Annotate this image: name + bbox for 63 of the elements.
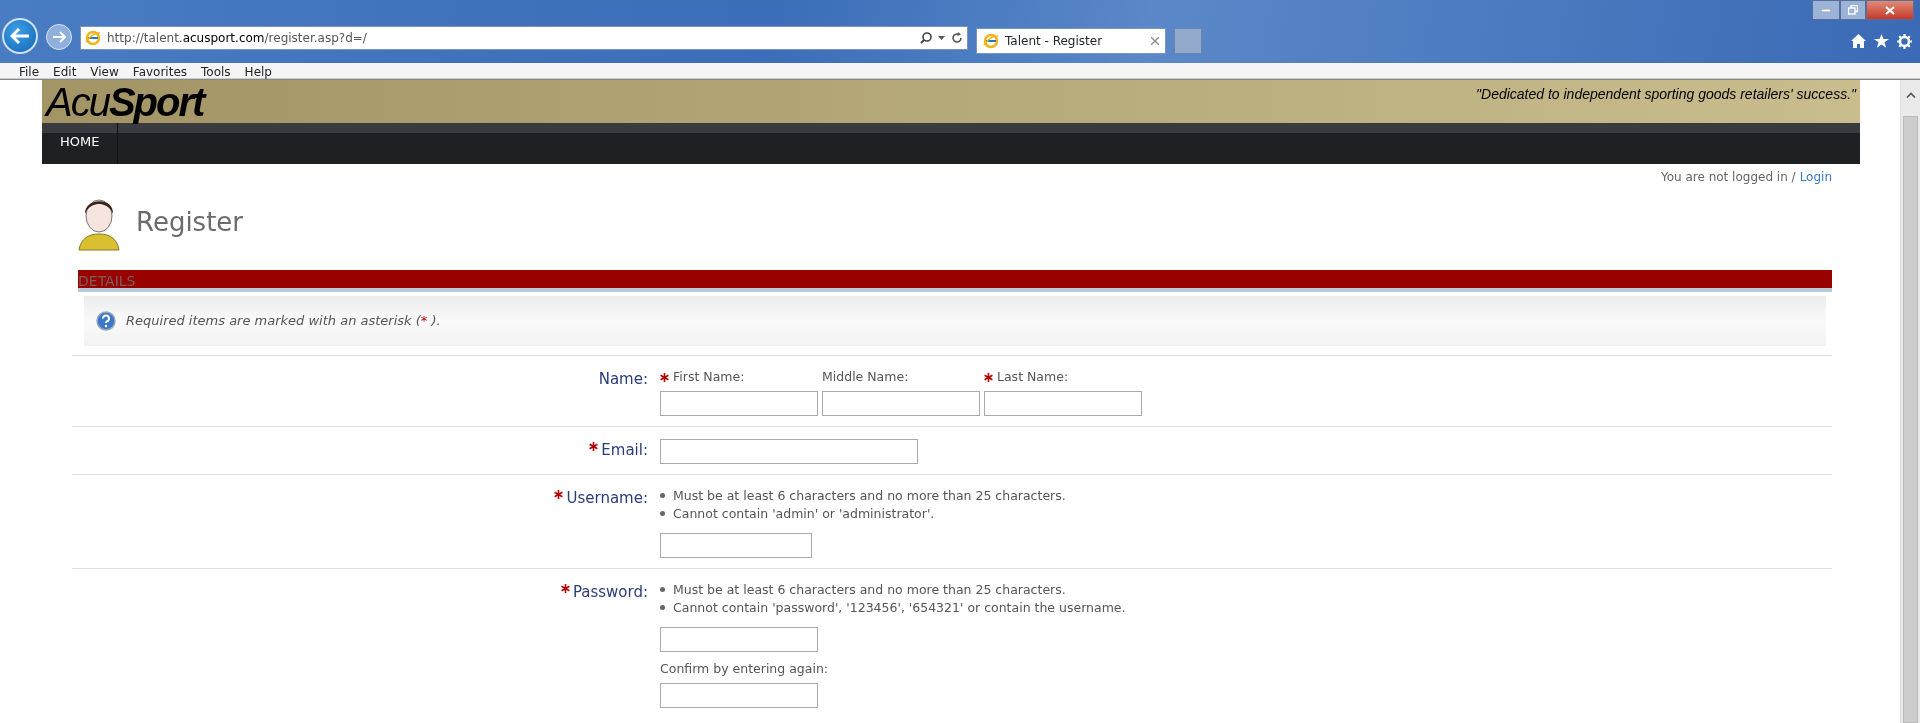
bullet-icon (660, 511, 665, 517)
info-text: Required items are marked with an asterisk (* ). (126, 312, 441, 331)
minimize-button[interactable] (1812, 0, 1840, 20)
back-button[interactable] (2, 18, 38, 54)
restore-button[interactable] (1840, 0, 1866, 20)
field-label: Username: (566, 487, 648, 509)
back-arrow-icon (10, 28, 30, 44)
bullet-icon (660, 587, 665, 593)
input-field[interactable] (660, 682, 818, 708)
tab-title: Talent - Register (1005, 33, 1104, 50)
rule-text: Must be at least 6 characters and no more than 25 characters. (673, 580, 1066, 599)
rule-text: Cannot contain 'password', '123456', '654321' or contain the username. (673, 598, 1126, 617)
close-icon[interactable] (1151, 37, 1159, 45)
star-icon[interactable] (1874, 34, 1889, 48)
input-field[interactable] (660, 390, 818, 416)
field-label: First Name: (673, 368, 745, 386)
address-bar[interactable]: http://talent.acusport.com/register.asp?d=/ (80, 26, 968, 50)
nav-link[interactable]: HOME (42, 123, 118, 164)
login-link[interactable]: Login (1799, 168, 1832, 186)
field-label: Last Name: (997, 368, 1069, 386)
settings-icon[interactable] (1897, 34, 1912, 49)
caret-icon[interactable] (938, 36, 945, 40)
field-label: Confirm by entering again: (660, 659, 830, 678)
browser-logo-icon (85, 30, 101, 46)
input-field[interactable] (660, 532, 812, 558)
help-icon (96, 311, 116, 331)
minimize-icon (1821, 8, 1831, 12)
section-header: DETAILS (78, 270, 1832, 292)
browser-tab[interactable]: Talent - Register (976, 28, 1166, 54)
logo: AcuSport (46, 81, 204, 122)
tagline: "Dedicated to independent sporting goods retailers' success." (1476, 85, 1856, 104)
rule-text: Cannot contain 'admin' or 'administrator'. (673, 504, 935, 523)
input-field[interactable] (660, 626, 818, 652)
menu-item[interactable]: File (12, 63, 47, 78)
forward-button[interactable] (46, 24, 72, 50)
browser-logo-icon (983, 33, 999, 49)
forward-arrow-icon (52, 31, 66, 43)
restore-icon (1848, 5, 1858, 15)
rule-text: Must be at least 6 characters and no more than 25 characters. (673, 486, 1066, 505)
url-text: http://talent.acusport.com/register.asp?d=/ (107, 30, 368, 47)
home-icon[interactable] (1851, 34, 1866, 48)
menu-item[interactable]: Help (237, 63, 279, 78)
menu-item[interactable]: Tools (194, 63, 238, 78)
close-icon (1885, 5, 1895, 15)
scrollbar[interactable] (1900, 80, 1920, 723)
field-label: Middle Name: (822, 368, 909, 386)
menu-item[interactable]: Edit (46, 63, 84, 78)
refresh-icon[interactable] (951, 32, 963, 44)
login-status: You are not logged in / (1660, 169, 1796, 186)
input-field[interactable] (660, 438, 918, 464)
menu-item[interactable]: Favorites (125, 63, 195, 78)
menu-item[interactable]: View (83, 63, 126, 78)
input-field[interactable] (822, 390, 980, 416)
close-button[interactable] (1866, 0, 1914, 20)
bullet-icon (660, 605, 665, 611)
page-title: Register (136, 205, 244, 239)
field-label: Name: (598, 369, 648, 390)
field-label: Password: (572, 581, 648, 603)
input-field[interactable] (984, 390, 1142, 416)
scroll-up-icon[interactable] (1905, 92, 1916, 98)
bullet-icon (660, 493, 665, 499)
field-label: Email: (601, 439, 648, 461)
search-icon[interactable] (920, 32, 932, 44)
